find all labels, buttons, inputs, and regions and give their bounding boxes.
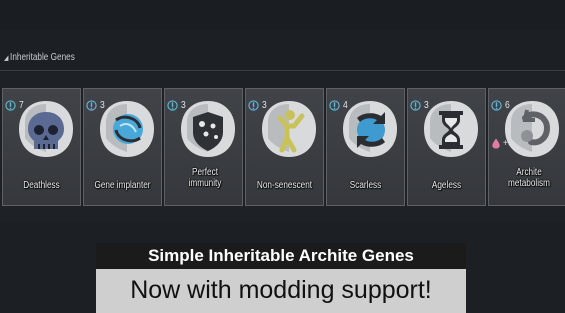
promo-banner: Simple Inheritable Archite Genes Now wit… — [96, 243, 466, 313]
gene-name: Deathless — [23, 180, 60, 191]
archite-metabolism-icon — [503, 98, 561, 160]
gene-name: Ageless — [431, 180, 462, 191]
gene-name: Perfect immunity — [188, 167, 222, 189]
gene-card-non-senescent[interactable]: 3 Non-senescent — [245, 88, 324, 206]
skull-icon — [17, 98, 75, 160]
gene-name: Archite metabolism — [508, 167, 550, 189]
complexity-icon — [329, 100, 340, 111]
hourglass-icon — [422, 98, 480, 160]
non-senescent-icon — [260, 98, 318, 160]
banner-subtitle: Now with modding support! — [130, 276, 432, 304]
section-divider — [0, 70, 565, 71]
scarless-icon — [341, 98, 399, 160]
gene-card-perfect-immunity[interactable]: 3 Perfect immunity — [164, 88, 243, 206]
section-title: Inheritable Genes — [10, 52, 75, 63]
section-header-toggle[interactable]: ◢ Inheritable Genes — [4, 50, 75, 66]
gene-card-gene-implanter[interactable]: 3 Gene implanter — [83, 88, 162, 206]
complexity-icon — [410, 100, 421, 111]
gene-card-archite-metabolism[interactable]: 6 +6 Archite metabolism — [488, 88, 565, 206]
gene-name: Non-senescent — [256, 180, 313, 191]
complexity-icon — [248, 100, 259, 111]
metabolism-drop-icon — [492, 138, 500, 149]
gene-card-ageless[interactable]: 3 Ageless — [407, 88, 486, 206]
complexity-icon — [86, 100, 97, 111]
complexity-icon — [491, 100, 502, 111]
gene-name: Scarless — [349, 180, 382, 191]
complexity-icon — [5, 100, 16, 111]
complexity-icon — [167, 100, 178, 111]
collapse-triangle-icon[interactable]: ◢ — [4, 55, 8, 62]
gene-card-scarless[interactable]: 4 Scarless — [326, 88, 405, 206]
immunity-icon — [179, 98, 237, 160]
top-bar — [0, 0, 565, 30]
gene-card-deathless[interactable]: 7 Deathless — [2, 88, 81, 206]
gene-name: Gene implanter — [94, 180, 151, 191]
banner-title: Simple Inheritable Archite Genes — [96, 243, 466, 269]
gene-list: 7 Deathless 3 Gene implanter 3 Perfect i… — [2, 88, 565, 206]
gene-implanter-icon — [98, 98, 156, 160]
